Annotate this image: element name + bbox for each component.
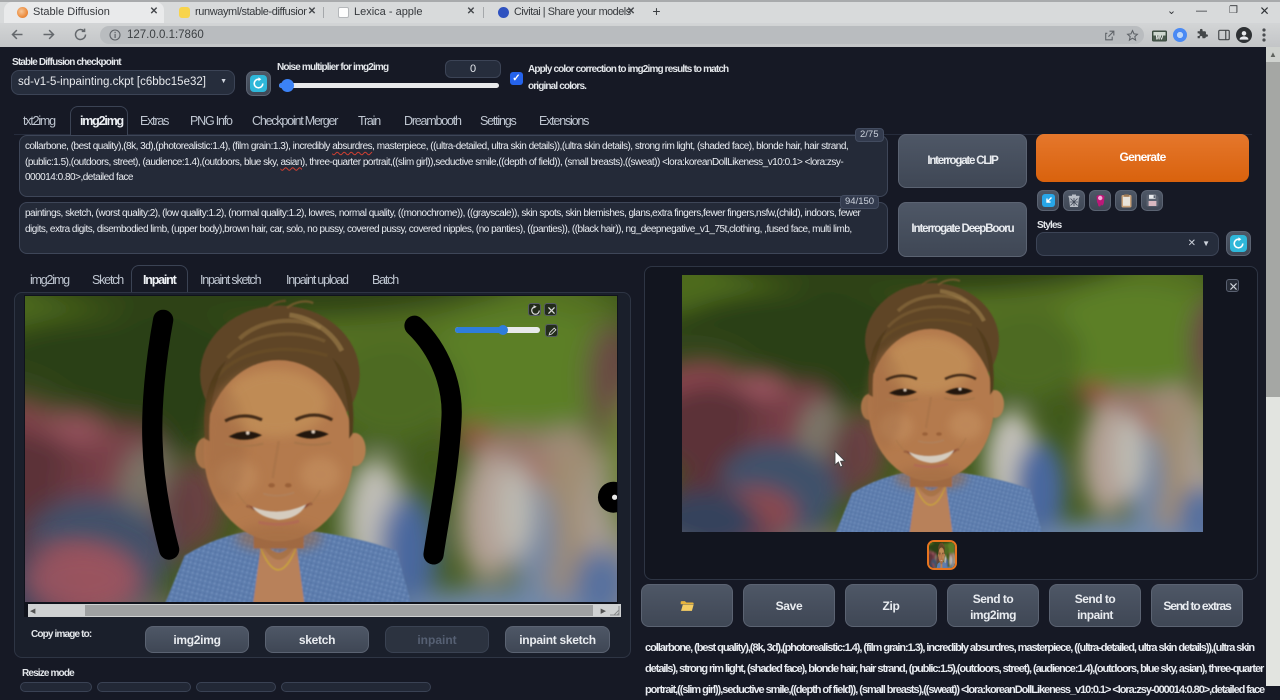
svg-text:MV: MV — [1156, 36, 1164, 42]
